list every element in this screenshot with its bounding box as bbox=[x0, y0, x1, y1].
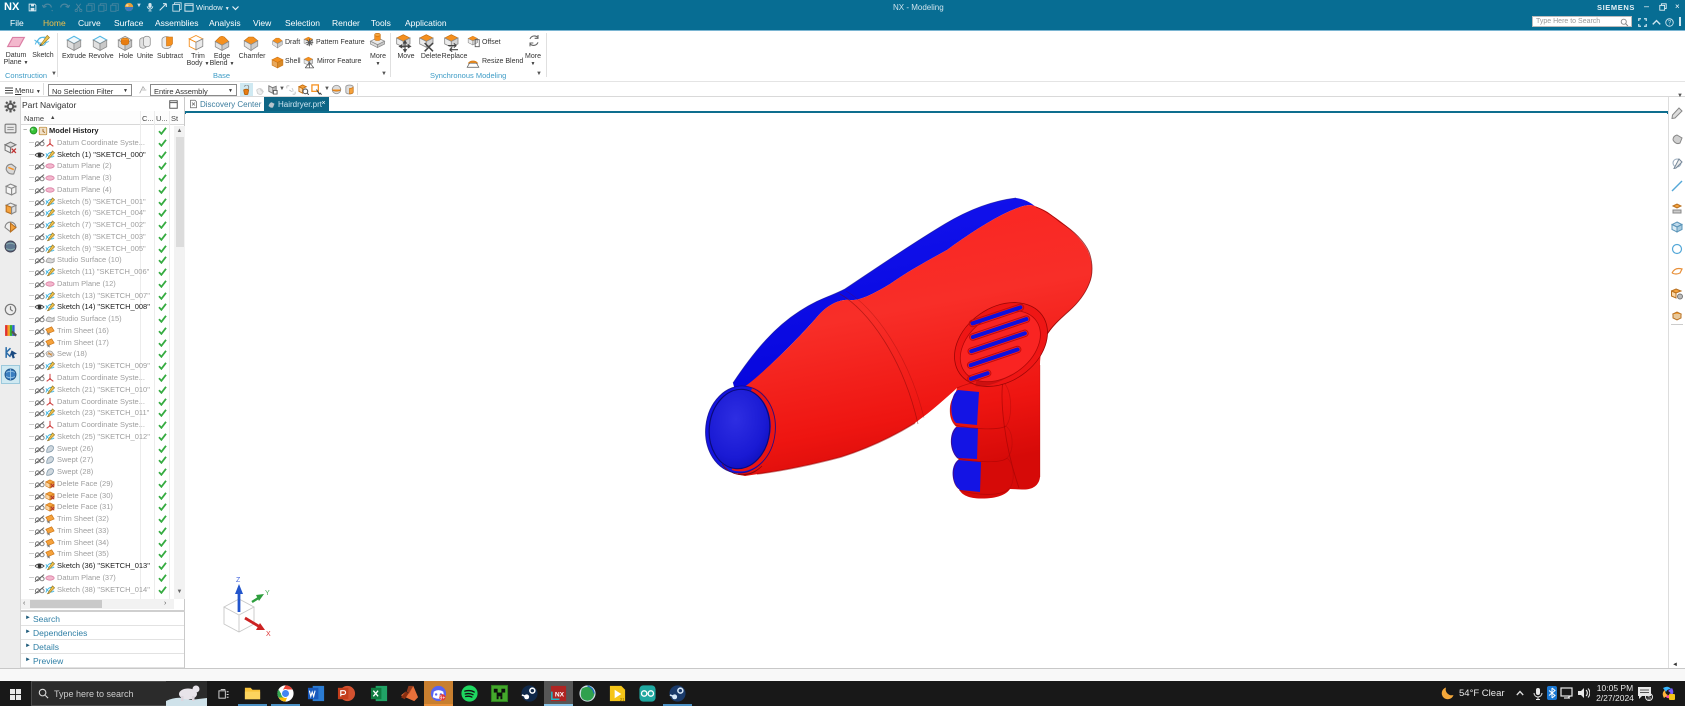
svg-text:NX: NX bbox=[555, 691, 565, 698]
svg-text:9+: 9+ bbox=[439, 695, 445, 701]
svg-text:X: X bbox=[266, 631, 271, 638]
svg-text:Z: Z bbox=[236, 577, 241, 584]
svg-text:21: 21 bbox=[620, 697, 625, 702]
svg-text:Y: Y bbox=[265, 590, 270, 597]
